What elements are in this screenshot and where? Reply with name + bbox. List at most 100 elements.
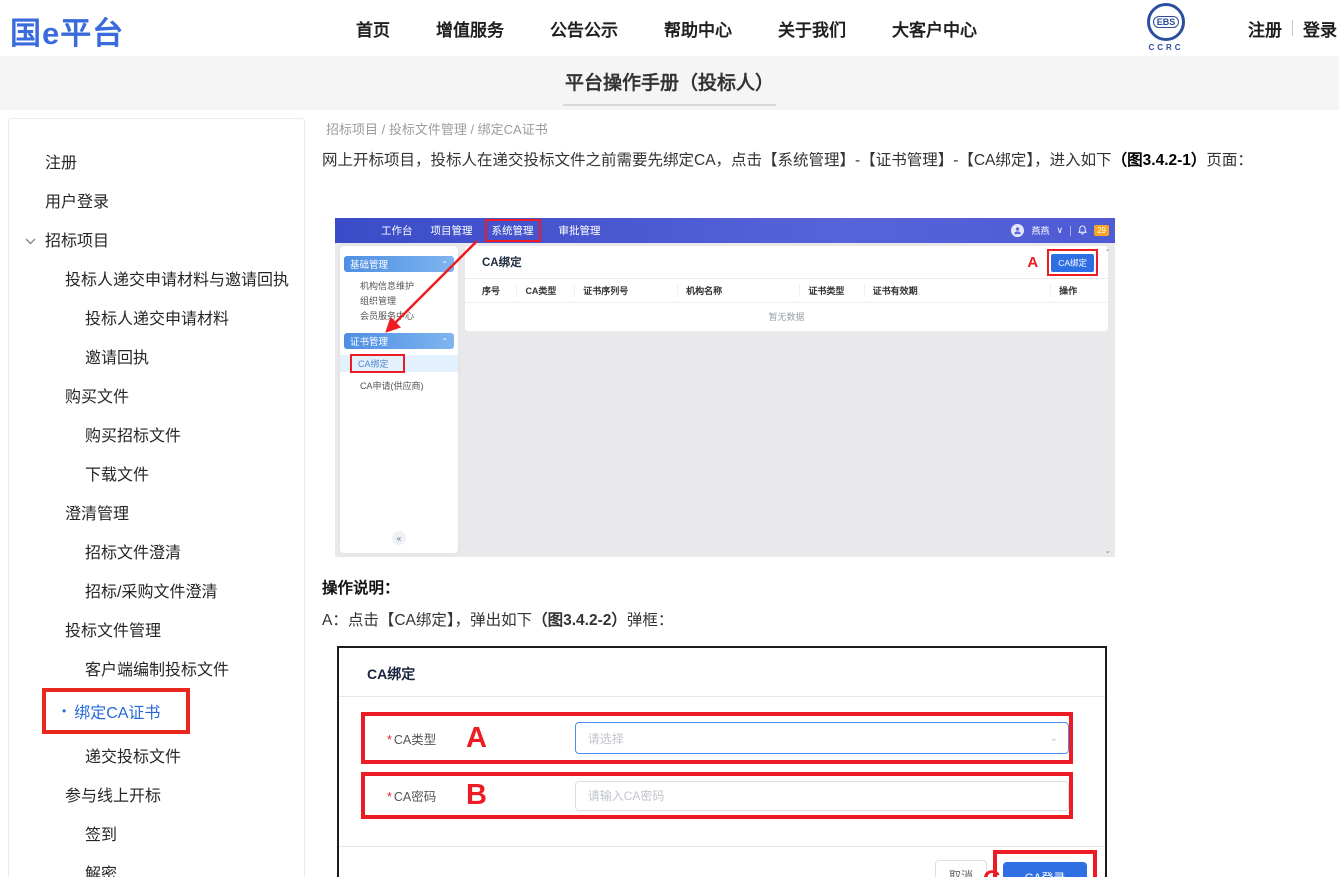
sidebar-item-online-bid-opening[interactable]: 参与线上开标 [9,774,304,813]
fig1-ca-bind-button[interactable]: CA绑定 [1051,254,1094,272]
register-link[interactable]: 注册 [1248,16,1282,41]
sidebar-item-user-login[interactable]: 用户登录 [9,180,304,219]
fig1-sidebar: 基础管理 ⌃ 机构信息维护 组织管理 会员服务中心 证书管理 ⌃ CA绑定 CA… [340,246,458,553]
title-band: 平台操作手册（投标人） [0,56,1339,110]
page-title: 平台操作手册（投标人） [563,68,776,106]
annotation-letter-b: B [466,779,575,812]
fig1-item-org-info[interactable]: 机构信息维护 [340,278,458,293]
nav-key-account-center[interactable]: 大客户中心 [892,16,977,41]
sidebar-item-bind-ca-cert-wrap: • 绑定CA证书 [9,687,304,735]
intro-paragraph: 网上开标项目，投标人在递交投标文件之前需要先绑定CA，点击【系统管理】-【证书管… [322,146,1314,175]
annotation-letter-a: A [1027,254,1038,271]
step-a-text: A：点击【CA绑定】，弹出如下（图3.4.2-2）弹框： [322,608,673,630]
fig1-item-org-mgmt[interactable]: 组织管理 [340,293,458,308]
nav-value-added-services[interactable]: 增值服务 [436,16,504,41]
active-bullet: • [62,704,66,718]
fig1-item-ca-apply[interactable]: CA申请(供应商) [340,378,458,393]
col-ca-type: CA类型 [516,284,574,297]
auth-links: 注册 登录 [1248,0,1337,56]
sidebar-item-bid-doc-clarification[interactable]: 招标文件澄清 [9,531,304,570]
required-asterisk: * [387,733,392,747]
sidebar-item-submit-materials-invitation[interactable]: 投标人递交申请材料与邀请回执 [9,258,304,297]
sidebar-item-bid-procurement-clarification[interactable]: 招标/采购文件澄清 [9,570,304,609]
fig1-divider [1070,226,1071,236]
fig1-nav-approval-mgmt[interactable]: 审批管理 [559,223,601,238]
page: 国e平台 首页 增值服务 公告公示 帮助中心 关于我们 大客户中心 EBS CC… [0,0,1339,877]
fig2-ca-password-label: *CA密码 [387,786,466,805]
avatar-icon [1011,224,1024,237]
notification-badge[interactable]: 29 [1094,225,1109,236]
fig1-user-caret-icon: ∨ [1057,225,1064,236]
site-header: 国e平台 首页 增值服务 公告公示 帮助中心 关于我们 大客户中心 EBS CC… [0,0,1339,56]
ca-password-input[interactable] [575,781,1069,811]
fig1-table-header: 序号 CA类型 证书序列号 机构名称 证书类型 证书有效期 操作 [465,279,1108,303]
sidebar-item-clarification-management[interactable]: 澄清管理 [9,492,304,531]
col-seq: 序号 [465,284,516,297]
sidebar-item-download-documents[interactable]: 下载文件 [9,453,304,492]
col-cert-serial: 证书序列号 [574,284,677,297]
sidebar-item-bid-file-management[interactable]: 投标文件管理 [9,609,304,648]
annotation-red-box[interactable]: CA绑定 [350,354,405,373]
chevron-down-icon: ⌄ [1050,733,1058,744]
fig1-item-member-service[interactable]: 会员服务中心 [340,308,458,323]
sidebar-item-client-prepare-bid-file[interactable]: 客户端编制投标文件 [9,648,304,687]
collapse-sidebar-button[interactable]: « [392,531,406,545]
ca-login-button[interactable]: CA登录 [1003,862,1087,877]
nav-home[interactable]: 首页 [356,16,390,41]
sidebar-item-submit-application-materials[interactable]: 投标人递交申请材料 [9,297,304,336]
nav-help-center[interactable]: 帮助中心 [664,16,732,41]
main-nav: 首页 增值服务 公告公示 帮助中心 关于我们 大客户中心 [356,0,977,56]
ccrc-label: CCRC [1138,43,1194,52]
ca-type-select[interactable]: 请选择 ⌄ [575,722,1069,754]
fig2-ca-type-label: *CA类型 [387,729,466,748]
sidebar-item-invitation-receipt[interactable]: 邀请回执 [9,336,304,375]
col-cert-type: 证书类型 [799,284,863,297]
col-org-name: 机构名称 [677,284,799,297]
fig1-group-cert-mgmt[interactable]: 证书管理 ⌃ [344,333,454,349]
fig1-top-navbar: 工作台 项目管理 系统管理 审批管理 燕燕 ∨ 29 [335,218,1115,243]
annotation-letter-a: A [466,722,575,755]
sidebar-item-purchase-bid-documents[interactable]: 购买招标文件 [9,414,304,453]
annotation-red-box: *CA密码 B [361,772,1073,819]
site-logo[interactable]: 国e平台 [10,8,124,53]
fig2-modal-title: CA绑定 [367,664,415,684]
auth-divider [1292,20,1293,36]
annotation-red-box[interactable]: • 绑定CA证书 [42,688,190,734]
fig1-panel-title: CA绑定 [482,254,522,270]
ccrc-badge: EBS CCRC [1138,3,1194,52]
col-cert-validity: 证书有效期 [864,284,1050,297]
fig1-nav-workbench[interactable]: 工作台 [381,223,413,238]
scroll-down-icon[interactable]: ⌄ [1104,546,1111,555]
caret-up-icon: ⌃ [441,260,448,269]
fig1-nav-project-mgmt[interactable]: 项目管理 [431,223,473,238]
sidebar-item-purchase-documents[interactable]: 购买文件 [9,375,304,414]
fig1-user-name[interactable]: 燕燕 [1031,224,1049,237]
caret-up-icon: ⌃ [441,337,448,346]
figure-3-4-2-2-screenshot: CA绑定 *CA类型 A 请选择 ⌄ *CA密码 B 取消 C CA登录 [337,646,1107,877]
nav-about-us[interactable]: 关于我们 [778,16,846,41]
fig1-content-card: CA绑定 A CA绑定 序号 CA类型 证书序列号 机构名称 证书类型 证书有效… [465,246,1108,331]
cancel-button[interactable]: 取消 [935,860,987,877]
sidebar-item-submit-bid-file[interactable]: 递交投标文件 [9,735,304,774]
login-link[interactable]: 登录 [1303,16,1337,41]
required-asterisk: * [387,790,392,804]
sidebar-item-register[interactable]: 注册 [9,141,304,180]
figure-3-4-2-1-screenshot: 工作台 项目管理 系统管理 审批管理 燕燕 ∨ 29 基础管理 ⌃ [335,218,1115,557]
fig1-nav-system-mgmt[interactable]: 系统管理 [485,219,541,242]
doc-sidebar: 注册 用户登录 招标项目 投标人递交申请材料与邀请回执 投标人递交申请材料 邀请… [8,118,305,877]
col-actions: 操作 [1050,284,1108,297]
breadcrumb: 招标项目 / 投标文件管理 / 绑定CA证书 [326,119,548,138]
scroll-up-icon[interactable]: ⌃ [1104,248,1111,257]
fig1-card-header: CA绑定 A CA绑定 [465,246,1108,279]
sidebar-item-decrypt[interactable]: 解密 [9,852,304,877]
annotation-red-box: *CA类型 A 请选择 ⌄ [361,712,1073,764]
sidebar-item-sign-in[interactable]: 签到 [9,813,304,852]
fig1-group-basic-mgmt[interactable]: 基础管理 ⌃ [344,256,454,272]
divider [339,846,1105,847]
sidebar-item-bidding-project[interactable]: 招标项目 [9,219,304,258]
chevron-down-icon [25,232,36,250]
sidebar-item-bind-ca-cert[interactable]: 绑定CA证书 [74,699,160,723]
nav-announcements[interactable]: 公告公示 [550,16,618,41]
fig1-item-ca-bind-active: CA绑定 [340,355,458,372]
bell-icon[interactable] [1078,225,1087,237]
